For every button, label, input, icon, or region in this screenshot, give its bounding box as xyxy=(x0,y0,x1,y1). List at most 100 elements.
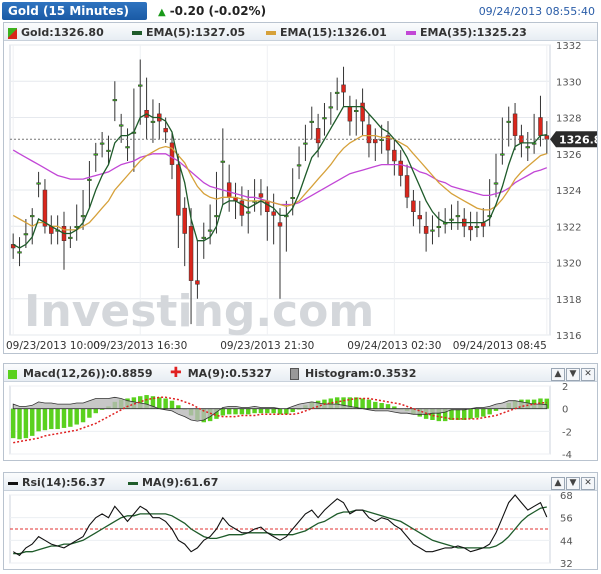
macd-bar xyxy=(468,408,473,419)
close-panel-button[interactable]: ✕ xyxy=(581,368,595,381)
candle-down xyxy=(182,207,187,234)
x-tick-label: 09/23/2013 10:00 xyxy=(6,340,100,352)
candle-up xyxy=(207,229,213,232)
square-icon xyxy=(8,369,17,379)
macd-bar xyxy=(258,408,264,414)
macd-bar xyxy=(474,408,480,418)
candle-up xyxy=(150,120,156,123)
legend-ema15: EMA(15):1326.01 xyxy=(266,26,387,39)
candle-up xyxy=(36,182,41,185)
candle-up xyxy=(334,91,340,94)
legend-ema35-text: EMA(35):1325.23 xyxy=(420,26,527,39)
macd-bar xyxy=(290,408,295,413)
y-tick-label: 1332 xyxy=(556,41,581,52)
candle-up xyxy=(290,197,295,199)
candle-down xyxy=(347,106,353,122)
candle-down xyxy=(417,215,422,220)
plus-icon: ✚ xyxy=(170,365,182,381)
macd-bar xyxy=(163,398,168,409)
macd-bar xyxy=(277,408,283,415)
candle-down xyxy=(468,226,473,231)
price-chart[interactable]: 1316 1318 1320 1322 1324 1326 1328 1330 1332 09/2… xyxy=(4,41,597,353)
candle-up xyxy=(430,229,435,232)
price-change-value: -0.20 (-0.02%) xyxy=(169,4,267,18)
candle-up xyxy=(328,106,334,109)
macd-chart[interactable]: -4 -2 0 2 xyxy=(4,382,597,460)
macd-bar xyxy=(252,408,257,414)
candle-up xyxy=(138,84,143,87)
candle-up xyxy=(99,142,105,145)
candle-down xyxy=(423,226,429,234)
candle-up xyxy=(17,251,22,254)
y-tick-label: 1318 xyxy=(556,295,581,306)
rsi-chart[interactable]: 32 44 56 68 xyxy=(4,491,597,569)
candle-up xyxy=(93,153,98,156)
last-update-timestamp: 09/24/2013 08:55:40 xyxy=(478,5,595,18)
histogram-icon xyxy=(290,368,299,380)
y-tick-label: 1328 xyxy=(556,114,581,125)
move-down-button[interactable]: ▼ xyxy=(566,368,580,381)
candle-down xyxy=(315,128,321,144)
candle-up xyxy=(246,211,251,214)
candle-down xyxy=(411,200,416,212)
legend-gold-text: Gold:1326.80 xyxy=(21,26,104,39)
chart-header: Gold (15 Minutes) ▲ -0.20 (-0.02%) 09/24/… xyxy=(0,0,601,22)
macd-bar xyxy=(49,408,54,430)
macd-bar xyxy=(239,408,245,415)
legend-rsi: Rsi(14):56.37 xyxy=(8,476,105,489)
y-tick-label: 1330 xyxy=(556,77,581,88)
candle-down xyxy=(341,84,346,93)
candle-down xyxy=(271,211,276,216)
rsi-y-tick-label: 32 xyxy=(560,559,573,569)
candle-down xyxy=(226,182,232,198)
legend-rsi-text: Rsi(14):56.37 xyxy=(22,476,106,489)
candle-up xyxy=(68,236,73,239)
candle-down xyxy=(277,222,283,227)
macd-bar xyxy=(373,401,378,409)
move-down-button[interactable]: ▼ xyxy=(566,477,580,490)
macd-y-tick-label: 0 xyxy=(562,405,568,416)
candle-up xyxy=(303,142,308,145)
candle-up xyxy=(500,153,505,156)
candle-down xyxy=(265,200,270,212)
candle-down xyxy=(176,164,181,216)
price-panel: Gold:1326.80 EMA(5):1327.05 EMA(15):1326… xyxy=(3,22,598,354)
candle-up xyxy=(474,226,480,228)
candle-up xyxy=(87,178,92,181)
candle-up xyxy=(506,120,511,123)
price-change: ▲ -0.20 (-0.02%) xyxy=(158,4,266,18)
candle-up xyxy=(525,146,530,149)
macd-bar xyxy=(36,408,41,432)
macd-panel-controls: ▲ ▼ ✕ xyxy=(550,366,595,381)
candle-down xyxy=(512,113,518,136)
close-panel-button[interactable]: ✕ xyxy=(581,477,595,490)
y-tick-label: 1320 xyxy=(556,259,581,270)
legend-ema5: EMA(5):1327.05 xyxy=(132,26,245,39)
move-up-button[interactable]: ▲ xyxy=(551,477,565,490)
macd-bar xyxy=(80,408,86,423)
legend-histogram-text: Histogram:0.3532 xyxy=(305,367,417,380)
x-tick-label: 09/24/2013 02:30 xyxy=(347,340,441,352)
macd-bar xyxy=(93,408,98,414)
price-legend: Gold:1326.80 EMA(5):1327.05 EMA(15):1326… xyxy=(4,23,597,41)
rsi-y-tick-label: 44 xyxy=(560,536,573,547)
macd-bar xyxy=(379,403,384,409)
instrument-title[interactable]: Gold (15 Minutes) xyxy=(2,2,147,20)
macd-bar xyxy=(265,408,270,414)
macd-bar xyxy=(176,405,181,409)
y-tick-label: 1324 xyxy=(556,186,581,197)
legend-macd-ma: ✚ MA(9):0.5327 xyxy=(170,365,272,381)
move-up-button[interactable]: ▲ xyxy=(551,368,565,381)
macd-bar xyxy=(220,408,226,416)
candle-down xyxy=(188,226,194,281)
candle-down xyxy=(398,160,403,176)
watermark-logo: Investing.com xyxy=(24,286,374,337)
macd-bar xyxy=(74,408,79,425)
y-tick-label: 1326 xyxy=(556,150,581,161)
candle-down xyxy=(163,128,168,133)
candle-up xyxy=(112,99,118,102)
macd-bar xyxy=(246,408,251,415)
legend-gold: Gold:1326.80 xyxy=(8,26,104,39)
macd-bar xyxy=(233,408,238,415)
candle-down xyxy=(544,135,550,140)
